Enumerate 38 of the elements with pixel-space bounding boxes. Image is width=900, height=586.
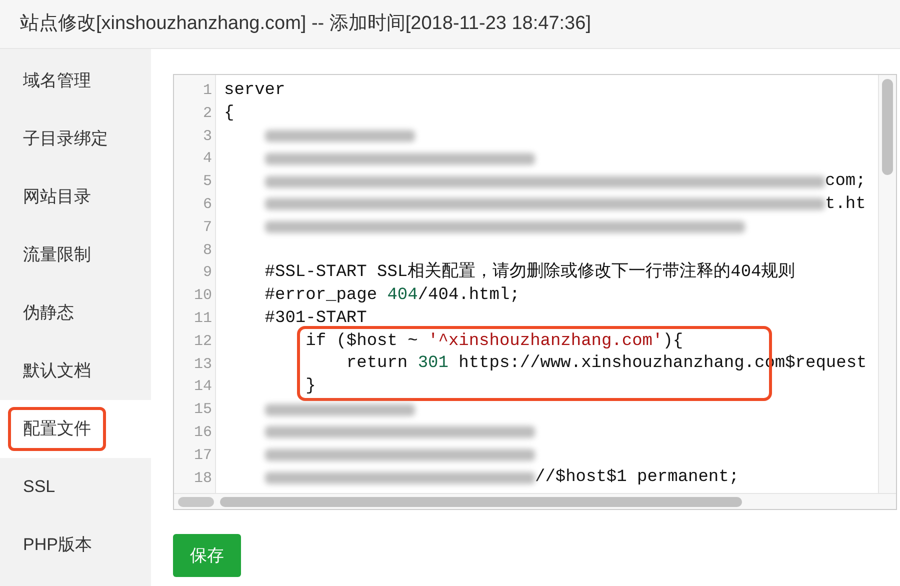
- line-number: 18: [194, 468, 212, 489]
- sidebar-item[interactable]: SSL: [0, 458, 151, 516]
- line-number: 7: [202, 218, 212, 238]
- line-number: 11: [194, 308, 212, 329]
- code-line: }: [304, 376, 316, 398]
- code-line: server: [224, 80, 286, 102]
- code-line: {: [224, 102, 234, 125]
- line-number: 12: [194, 332, 212, 352]
- sidebar-item[interactable]: 伪静态: [0, 284, 151, 342]
- sidebar-item[interactable]: 网站目录: [0, 168, 151, 226]
- sidebar-item[interactable]: 配置文件: [0, 400, 151, 458]
- code-line: #error_page 404/404.html;: [264, 285, 520, 307]
- line-number: 1: [202, 81, 212, 101]
- line-number: 3: [202, 126, 212, 147]
- code-line: com;: [224, 170, 866, 193]
- line-number: 15: [194, 400, 212, 420]
- line-number: 4: [202, 149, 212, 170]
- code-line: #SSL-START SSL相关配置，请勿删除或修改下一行带注释的404规则: [264, 261, 796, 284]
- sidebar-item[interactable]: 域名管理: [0, 52, 151, 110]
- code-line: t.ht: [224, 192, 866, 216]
- code-line: #301-START: [264, 308, 367, 330]
- sidebar-item[interactable]: 流量限制: [0, 226, 151, 284]
- sidebar-item[interactable]: PHP版本: [0, 516, 151, 574]
- line-number: 6: [202, 194, 212, 215]
- line-number: 14: [194, 377, 212, 398]
- sidebar-item[interactable]: 子目录绑定: [0, 110, 151, 168]
- code-line: //$host$1 permanent;: [224, 466, 740, 490]
- code-line: if ($host ~ '^xinshouzhanzhang.com'){: [304, 330, 684, 353]
- line-number: 8: [202, 240, 212, 261]
- line-number: 5: [202, 172, 212, 192]
- sidebar-item[interactable]: 默认文档: [0, 342, 151, 400]
- line-number: 17: [194, 446, 212, 466]
- line-number: 13: [194, 354, 212, 375]
- window-title: 站点修改[xinshouzhanzhang.com] -- 添加时间[2018-11-23 18:47:36]: [20, 12, 591, 36]
- line-number: 9: [202, 263, 212, 284]
- line-number: 2: [202, 104, 212, 124]
- line-number: 10: [194, 286, 212, 306]
- line-number: 16: [194, 422, 212, 443]
